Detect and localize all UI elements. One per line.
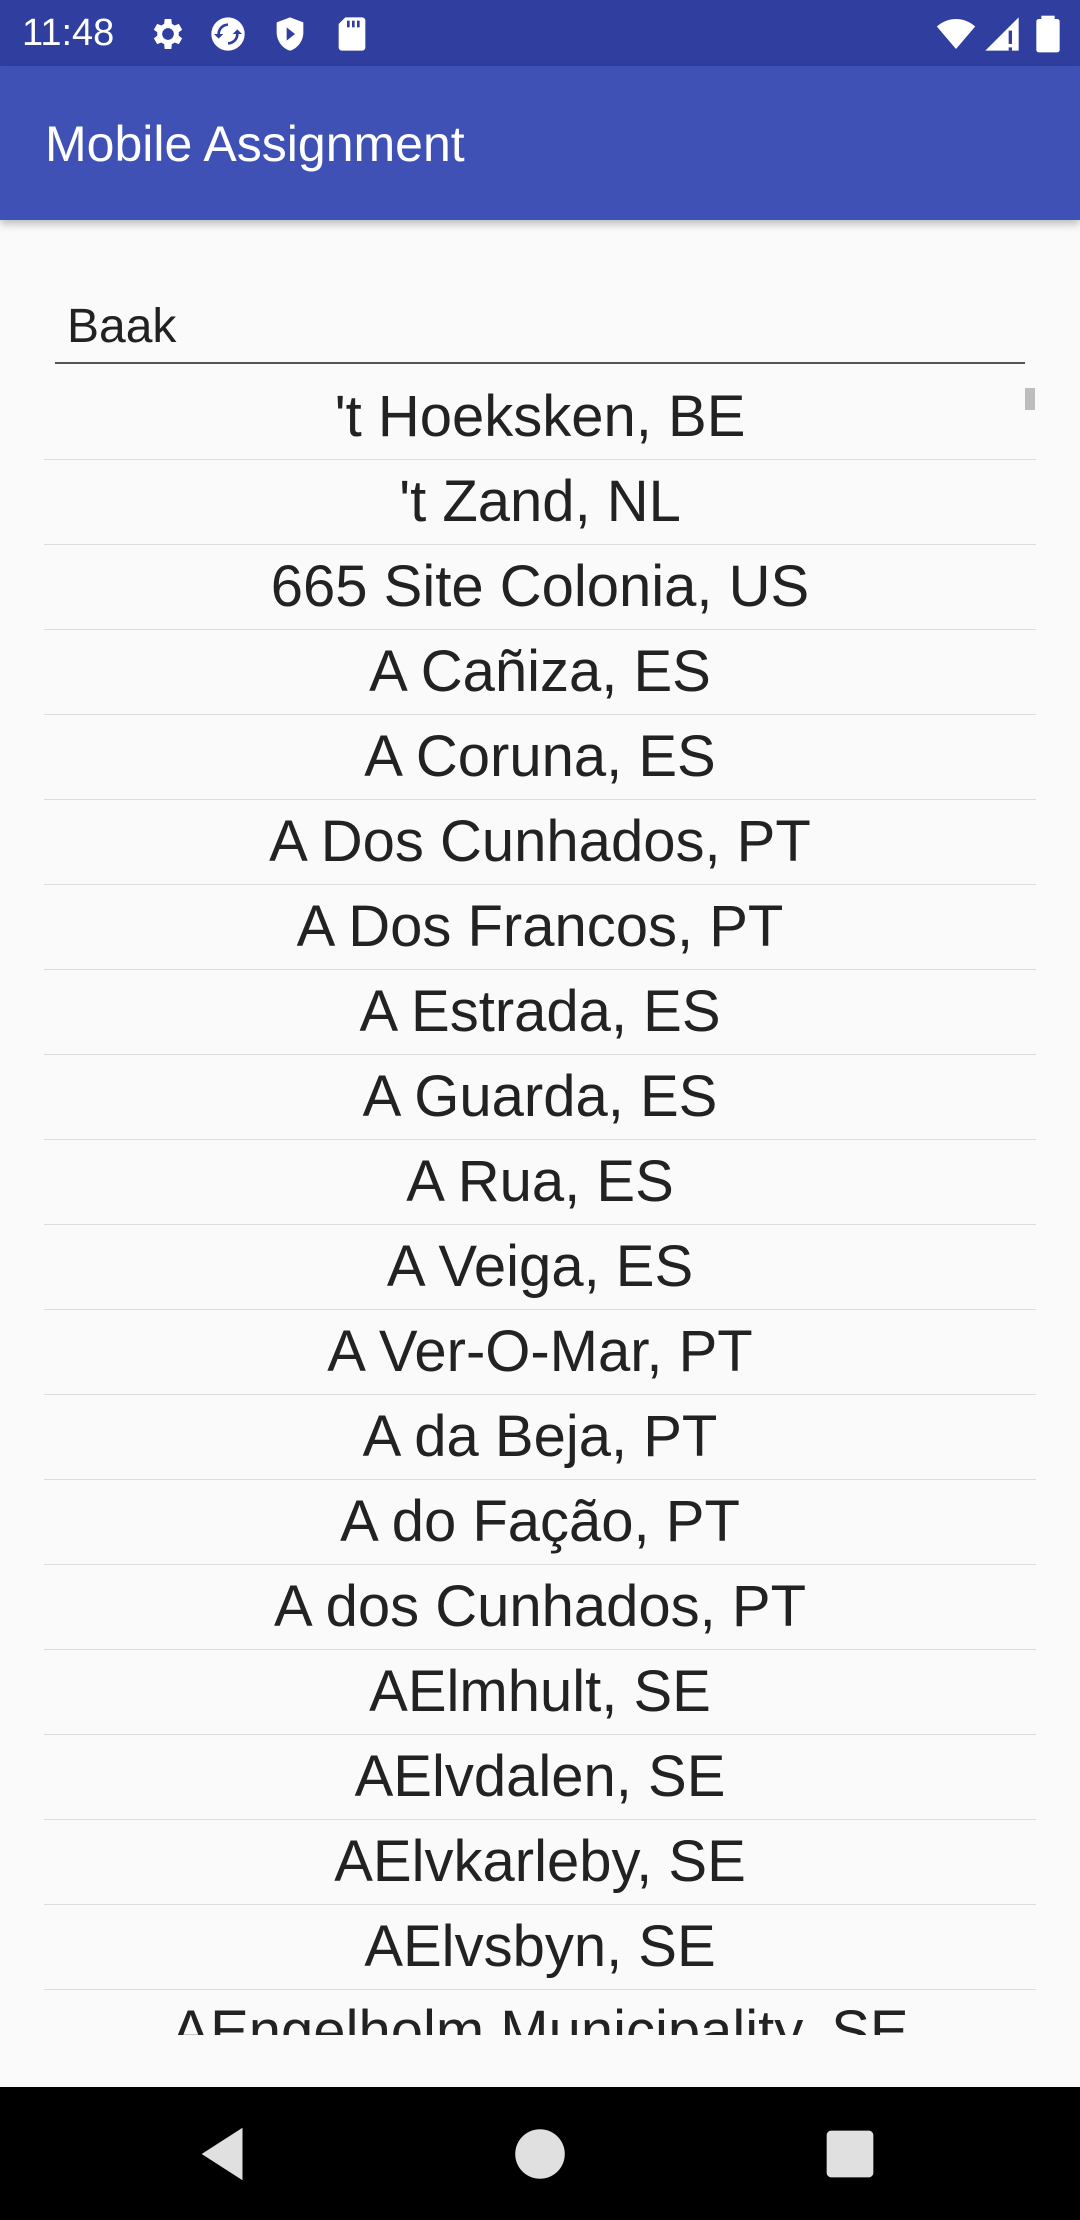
app-title: Mobile Assignment <box>45 116 465 172</box>
gear-icon <box>153 19 183 49</box>
back-icon[interactable] <box>190 2119 260 2189</box>
list-item[interactable]: A da Beja, PT <box>44 1395 1036 1480</box>
recents-icon[interactable] <box>815 2119 885 2189</box>
list-item[interactable]: A Ver-O-Mar, PT <box>44 1310 1036 1395</box>
list-scrollbar[interactable] <box>1025 388 1035 410</box>
city-list[interactable]: 't Hoeksken, BE 't Zand, NL 665 Site Col… <box>44 375 1036 2035</box>
list-item[interactable]: A Veiga, ES <box>44 1225 1036 1310</box>
status-bar: 11:48 <box>0 0 1080 66</box>
list-item[interactable]: AEngelholm Municipality, SE <box>44 1990 1036 2035</box>
list-item[interactable]: AElvdalen, SE <box>44 1735 1036 1820</box>
shield-icon <box>276 17 304 51</box>
list-item[interactable]: AElvkarleby, SE <box>44 1820 1036 1905</box>
wifi-icon <box>936 19 976 49</box>
list-item[interactable]: A do Fação, PT <box>44 1480 1036 1565</box>
signal-icon <box>985 17 1019 51</box>
sync-icon <box>211 17 245 51</box>
battery-icon <box>1036 15 1060 53</box>
list-item[interactable]: 't Zand, NL <box>44 460 1036 545</box>
home-icon[interactable] <box>505 2119 575 2189</box>
list-item[interactable]: 't Hoeksken, BE <box>44 375 1036 460</box>
list-item[interactable]: A dos Cunhados, PT <box>44 1565 1036 1650</box>
list-item[interactable]: AElmhult, SE <box>44 1650 1036 1735</box>
list-item[interactable]: A Dos Francos, PT <box>44 885 1036 970</box>
navigation-bar <box>0 2087 1080 2220</box>
list-item[interactable]: A Dos Cunhados, PT <box>44 800 1036 885</box>
list-item[interactable]: A Coruna, ES <box>44 715 1036 800</box>
search-input[interactable]: Baak <box>55 290 1025 364</box>
app-bar: Mobile Assignment <box>0 66 1080 220</box>
list-item[interactable]: AElvsbyn, SE <box>44 1905 1036 1990</box>
list-item[interactable]: A Rua, ES <box>44 1140 1036 1225</box>
list-item[interactable]: A Guarda, ES <box>44 1055 1036 1140</box>
list-item[interactable]: A Estrada, ES <box>44 970 1036 1055</box>
status-time: 11:48 <box>22 12 115 54</box>
list-item[interactable]: 665 Site Colonia, US <box>44 545 1036 630</box>
list-item[interactable]: A Cañiza, ES <box>44 630 1036 715</box>
sd-card-icon <box>338 17 366 51</box>
